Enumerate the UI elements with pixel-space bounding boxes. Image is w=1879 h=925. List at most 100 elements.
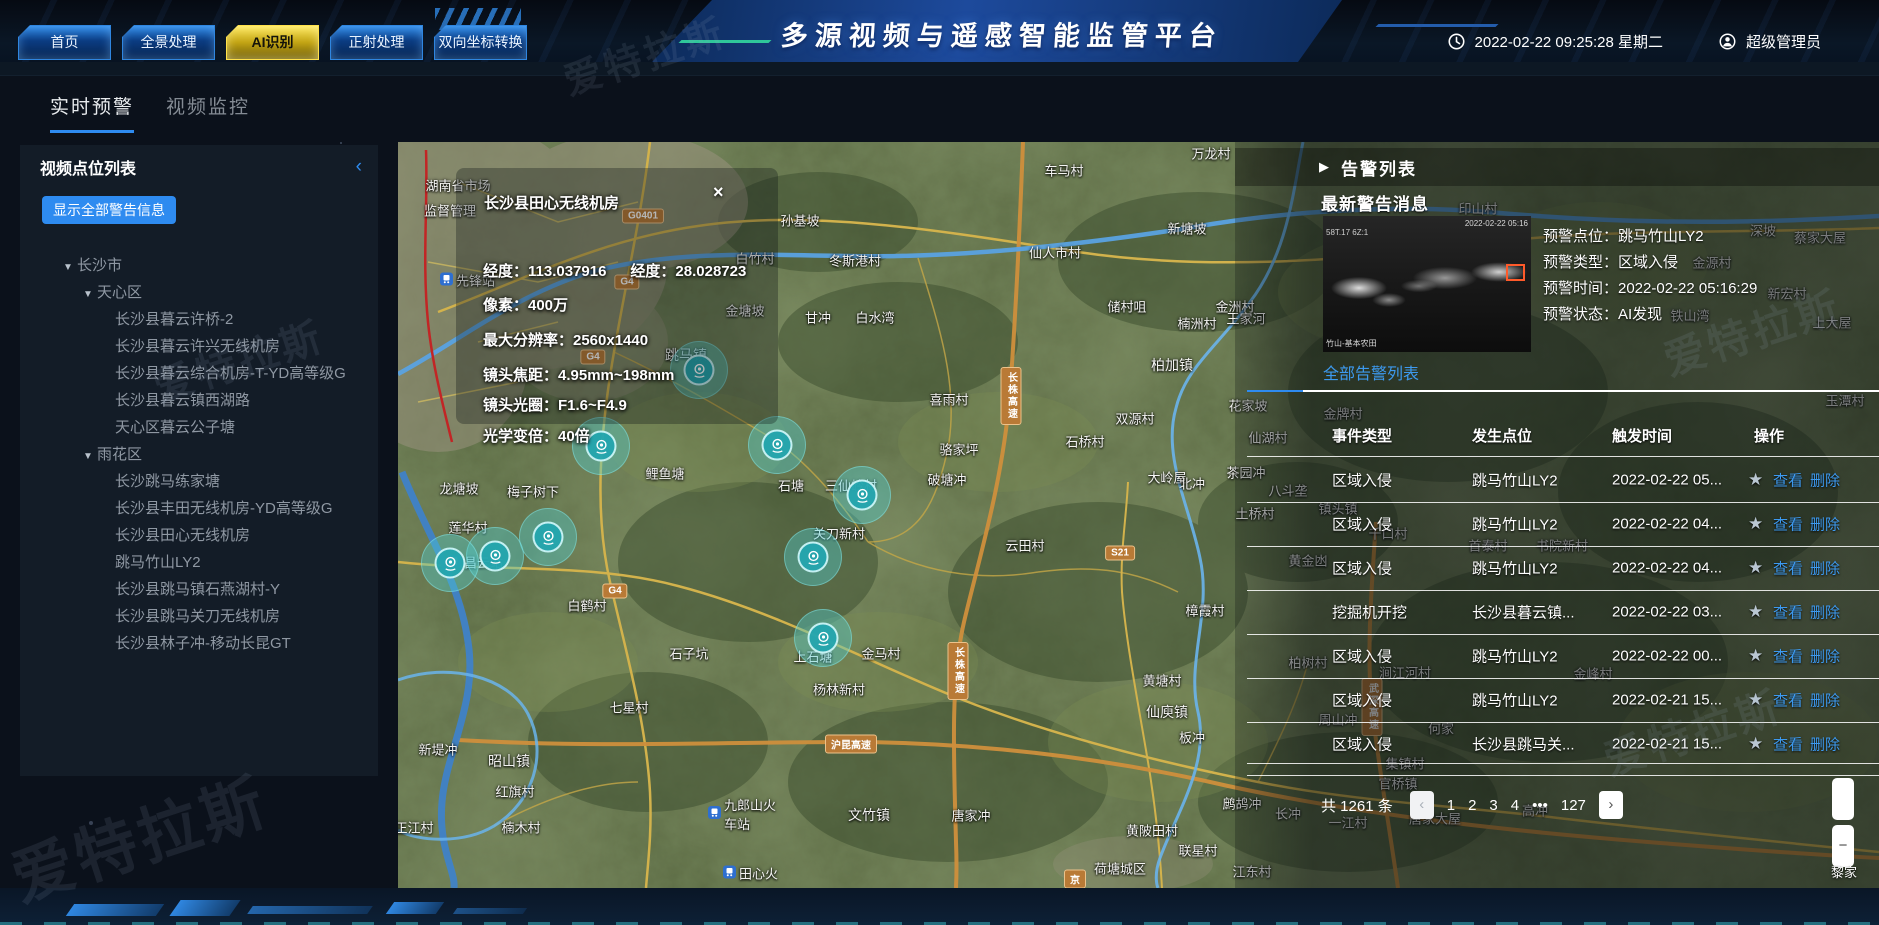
show-all-alerts-button[interactable]: 显示全部警告信息 — [42, 196, 176, 224]
camera-marker[interactable] — [794, 609, 852, 667]
road-badge: G4 — [602, 584, 627, 599]
pagination: 共 1261 条‹1234•••127› — [1321, 791, 1623, 819]
view-link[interactable]: 查看 — [1773, 602, 1803, 623]
view-link[interactable]: 查看 — [1773, 690, 1803, 711]
tab-视频监控[interactable]: 视频监控 — [166, 92, 250, 133]
tree-item-label: 长沙县暮云镇西湖路 — [115, 392, 250, 409]
map-zoom-minus[interactable]: − — [1832, 825, 1854, 867]
header-username[interactable]: 超级管理员 — [1746, 31, 1821, 52]
table-row: 挖掘机开挖长沙县暮云镇...2022-02-22 03...★查看删除 — [1235, 590, 1879, 634]
alert-list-title: 告警列表 — [1341, 155, 1417, 180]
close-icon[interactable]: × — [713, 182, 724, 203]
tree-item[interactable]: 长沙县暮云综合机房-T-YD高等级G — [20, 360, 378, 387]
video-point-tree: ▼长沙市▼天心区长沙县暮云许桥-2 长沙县暮云许兴无线机房长沙县暮云综合机房-T-… — [20, 252, 378, 657]
tree-item[interactable]: 长沙县跳马关刀无线机房 — [20, 603, 378, 630]
favorite-star-icon[interactable]: ★ — [1748, 602, 1763, 622]
delete-link[interactable]: 删除 — [1810, 470, 1840, 491]
location-cell: 跳马竹山LY2 — [1472, 514, 1558, 535]
favorite-star-icon[interactable]: ★ — [1748, 734, 1763, 754]
camera-marker[interactable] — [833, 466, 891, 524]
sidebar-collapse-icon[interactable]: ‹ — [350, 156, 368, 178]
popup-field-row: 光学变倍：40倍 — [483, 425, 590, 446]
tree-item-label: 长沙县田心无线机房 — [115, 527, 250, 544]
pagination-page-2[interactable]: 2 — [1468, 797, 1476, 814]
tree-item[interactable]: 长沙县林子冲-移动长昆GT — [20, 630, 378, 657]
pagination-page-1[interactable]: 1 — [1447, 797, 1455, 814]
nav-button-全景处理[interactable]: 全景处理 — [122, 25, 215, 60]
pagination-page-4[interactable]: 4 — [1511, 797, 1519, 814]
highway-badge: 长株高速 — [948, 642, 969, 700]
view-link[interactable]: 查看 — [1773, 558, 1803, 579]
pagination-next-button[interactable]: › — [1599, 791, 1623, 819]
pagination-page-3[interactable]: 3 — [1489, 797, 1497, 814]
nav-button-AI识别[interactable]: AI识别 — [226, 25, 319, 60]
footer — [0, 888, 1879, 925]
tree-item[interactable]: 跳马竹山LY2 — [20, 549, 378, 576]
latest-alert-thumbnail[interactable]: 2022-02-22 05:16 58T.17 6Z:1 竹山-基本农田 — [1323, 216, 1531, 352]
favorite-star-icon[interactable]: ★ — [1748, 470, 1763, 490]
event-type-cell: 区域入侵 — [1332, 558, 1392, 579]
delete-link[interactable]: 删除 — [1810, 690, 1840, 711]
table-row: 区域入侵长沙县跳马关...2022-02-21 15...★查看删除 — [1235, 722, 1879, 766]
pagination-page-127[interactable]: 127 — [1561, 797, 1586, 814]
camera-icon — [480, 541, 511, 572]
trigger-time-cell: 2022-02-22 05... — [1612, 472, 1722, 489]
tree-item[interactable]: 长沙县暮云许兴无线机房 — [20, 333, 378, 360]
tree-item-label: 长沙县暮云许兴无线机房 — [115, 338, 280, 355]
tree-item[interactable]: ▼长沙市 — [20, 252, 378, 279]
divider — [1247, 775, 1879, 776]
camera-marker[interactable] — [421, 534, 479, 592]
title-banner: 多源视频与遥感智能监管平台 — [652, 0, 1342, 62]
trigger-time-cell: 2022-02-22 04... — [1612, 560, 1722, 577]
table-row: 区域入侵跳马竹山LY22022-02-22 04...★查看删除 — [1235, 546, 1879, 590]
camera-marker[interactable] — [784, 528, 842, 586]
tree-item[interactable]: 长沙跳马练家塘 — [20, 468, 378, 495]
popup-field-row: 镜头光圈：F1.6~F4.9 — [483, 394, 627, 415]
camera-marker[interactable] — [748, 416, 806, 474]
delete-link[interactable]: 删除 — [1810, 734, 1840, 755]
latest-alert-title: 最新警告消息 — [1321, 190, 1429, 215]
latest-alert-field: 预警类型：区域入侵 — [1543, 250, 1757, 276]
delete-link[interactable]: 删除 — [1810, 602, 1840, 623]
favorite-star-icon[interactable]: ★ — [1748, 558, 1763, 578]
nav-button-双向坐标转换[interactable]: 双向坐标转换 — [434, 25, 527, 60]
favorite-star-icon[interactable]: ★ — [1748, 514, 1763, 534]
divider — [1247, 456, 1879, 457]
tree-item[interactable]: 长沙县田心无线机房 — [20, 522, 378, 549]
event-type-cell: 区域入侵 — [1332, 690, 1392, 711]
favorite-star-icon[interactable]: ★ — [1748, 690, 1763, 710]
tree-expand-icon[interactable]: ▼ — [83, 443, 97, 468]
delete-link[interactable]: 删除 — [1810, 646, 1840, 667]
tab-实时预警[interactable]: 实时预警 — [50, 92, 134, 133]
nav-button-首页[interactable]: 首页 — [18, 25, 111, 60]
view-link[interactable]: 查看 — [1773, 470, 1803, 491]
thumbnail-osd-text: 58T.17 6Z:1 — [1326, 228, 1368, 237]
view-link[interactable]: 查看 — [1773, 646, 1803, 667]
location-cell: 跳马竹山LY2 — [1472, 470, 1558, 491]
pagination-page-•••[interactable]: ••• — [1532, 797, 1548, 814]
all-alerts-link[interactable]: 全部告警列表 — [1323, 360, 1419, 384]
trigger-time-cell: 2022-02-21 15... — [1612, 736, 1722, 753]
tree-item[interactable]: 长沙县丰田无线机房-YD高等级G — [20, 495, 378, 522]
map-zoom-upper[interactable] — [1832, 778, 1854, 820]
view-link[interactable]: 查看 — [1773, 514, 1803, 535]
tree-expand-icon[interactable]: ▼ — [83, 281, 97, 306]
favorite-star-icon[interactable]: ★ — [1748, 646, 1763, 666]
pagination-prev-button[interactable]: ‹ — [1410, 791, 1434, 819]
camera-marker[interactable] — [519, 508, 577, 566]
tree-item[interactable]: ▼天心区 — [20, 279, 378, 306]
delete-link[interactable]: 删除 — [1810, 558, 1840, 579]
nav-button-正射处理[interactable]: 正射处理 — [330, 25, 423, 60]
tree-expand-icon[interactable]: ▼ — [63, 254, 77, 279]
camera-icon — [435, 548, 466, 579]
tree-item[interactable]: ▼雨花区 — [20, 441, 378, 468]
event-type-cell: 区域入侵 — [1332, 734, 1392, 755]
event-type-cell: 区域入侵 — [1332, 646, 1392, 667]
tree-item[interactable]: 长沙县暮云许桥-2 — [20, 306, 378, 333]
footer-decoration — [453, 908, 527, 914]
tree-item[interactable]: 天心区暮云公子塘 — [20, 414, 378, 441]
delete-link[interactable]: 删除 — [1810, 514, 1840, 535]
tree-item[interactable]: 长沙县跳马镇石燕湖村-Y — [20, 576, 378, 603]
view-link[interactable]: 查看 — [1773, 734, 1803, 755]
tree-item[interactable]: 长沙县暮云镇西湖路 — [20, 387, 378, 414]
